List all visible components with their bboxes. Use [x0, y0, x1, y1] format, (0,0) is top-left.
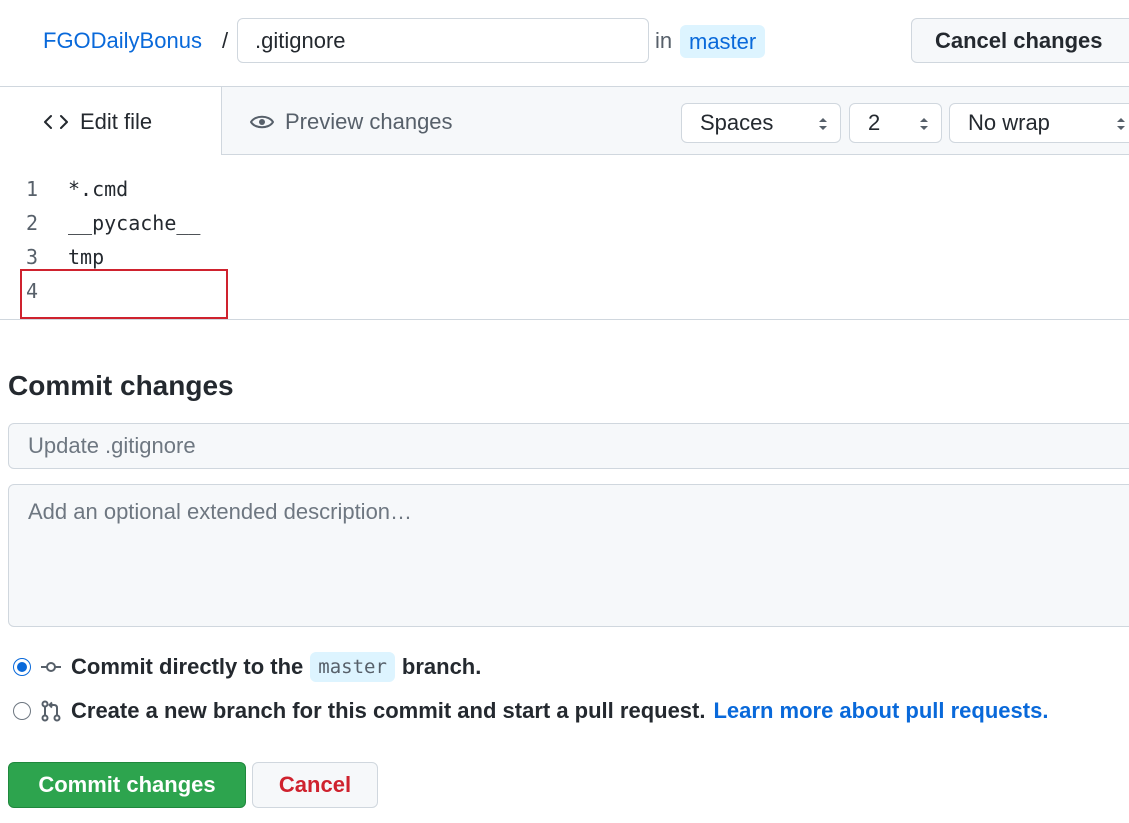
- learn-more-link[interactable]: Learn more about pull requests.: [713, 698, 1048, 724]
- select-caret-icon: [819, 118, 827, 130]
- commit-direct-radio[interactable]: [13, 658, 31, 676]
- eye-icon: [250, 115, 274, 128]
- indent-size-value: 2: [868, 110, 881, 135]
- tab-edit-file[interactable]: Edit file: [0, 86, 222, 156]
- commit-direct-option[interactable]: Commit directly to the master branch.: [13, 652, 481, 682]
- indent-mode-select[interactable]: Spaces: [681, 103, 841, 143]
- commit-direct-suffix: branch.: [401, 654, 482, 679]
- indent-mode-value: Spaces: [700, 110, 774, 135]
- select-caret-icon: [1117, 118, 1125, 130]
- commit-direct-label: Commit directly to the: [71, 654, 304, 679]
- line-content[interactable]: __pycache__: [68, 206, 200, 240]
- tab-preview-label: Preview changes: [285, 108, 453, 134]
- wrap-mode-value: No wrap: [968, 110, 1050, 135]
- wrap-mode-select[interactable]: No wrap: [949, 103, 1129, 143]
- cancel-changes-button[interactable]: Cancel changes: [911, 18, 1129, 63]
- code-icon: [44, 114, 68, 129]
- code-line[interactable]: 1 *.cmd: [0, 172, 1129, 206]
- commit-summary-input[interactable]: [8, 423, 1129, 469]
- in-label: in: [655, 28, 673, 53]
- repo-link[interactable]: FGODailyBonus: [43, 28, 202, 54]
- path-separator: /: [222, 28, 229, 53]
- commit-changes-button[interactable]: Commit changes: [8, 762, 246, 808]
- branch-name-badge[interactable]: master: [680, 25, 766, 58]
- cancel-button[interactable]: Cancel: [252, 762, 378, 808]
- line-content[interactable]: *.cmd: [68, 172, 128, 206]
- code-line[interactable]: 2 __pycache__: [0, 206, 1129, 240]
- new-branch-label: Create a new branch for this commit and …: [71, 698, 706, 723]
- branch-code-badge: master: [310, 652, 395, 682]
- commit-section-title: Commit changes: [8, 370, 234, 401]
- git-pull-request-icon: [41, 700, 61, 722]
- tab-preview-changes[interactable]: Preview changes: [250, 87, 453, 156]
- git-commit-icon: [41, 662, 61, 672]
- line-number: 1: [26, 177, 39, 201]
- filename-input[interactable]: [237, 18, 649, 63]
- indent-size-select[interactable]: 2: [849, 103, 942, 143]
- tab-edit-label: Edit file: [80, 108, 153, 134]
- commit-description-textarea[interactable]: [8, 484, 1129, 627]
- new-branch-radio[interactable]: [13, 702, 31, 720]
- file-path-bar: FGODailyBonus / in master Cancel changes: [0, 0, 1129, 86]
- line-number: 2: [26, 211, 39, 235]
- new-branch-option[interactable]: Create a new branch for this commit and …: [13, 698, 1048, 724]
- editor-toolbar: Edit file Preview changes Spaces 2 No wr…: [0, 86, 1129, 156]
- highlight-annotation-box: [20, 269, 228, 319]
- select-caret-icon: [920, 118, 928, 130]
